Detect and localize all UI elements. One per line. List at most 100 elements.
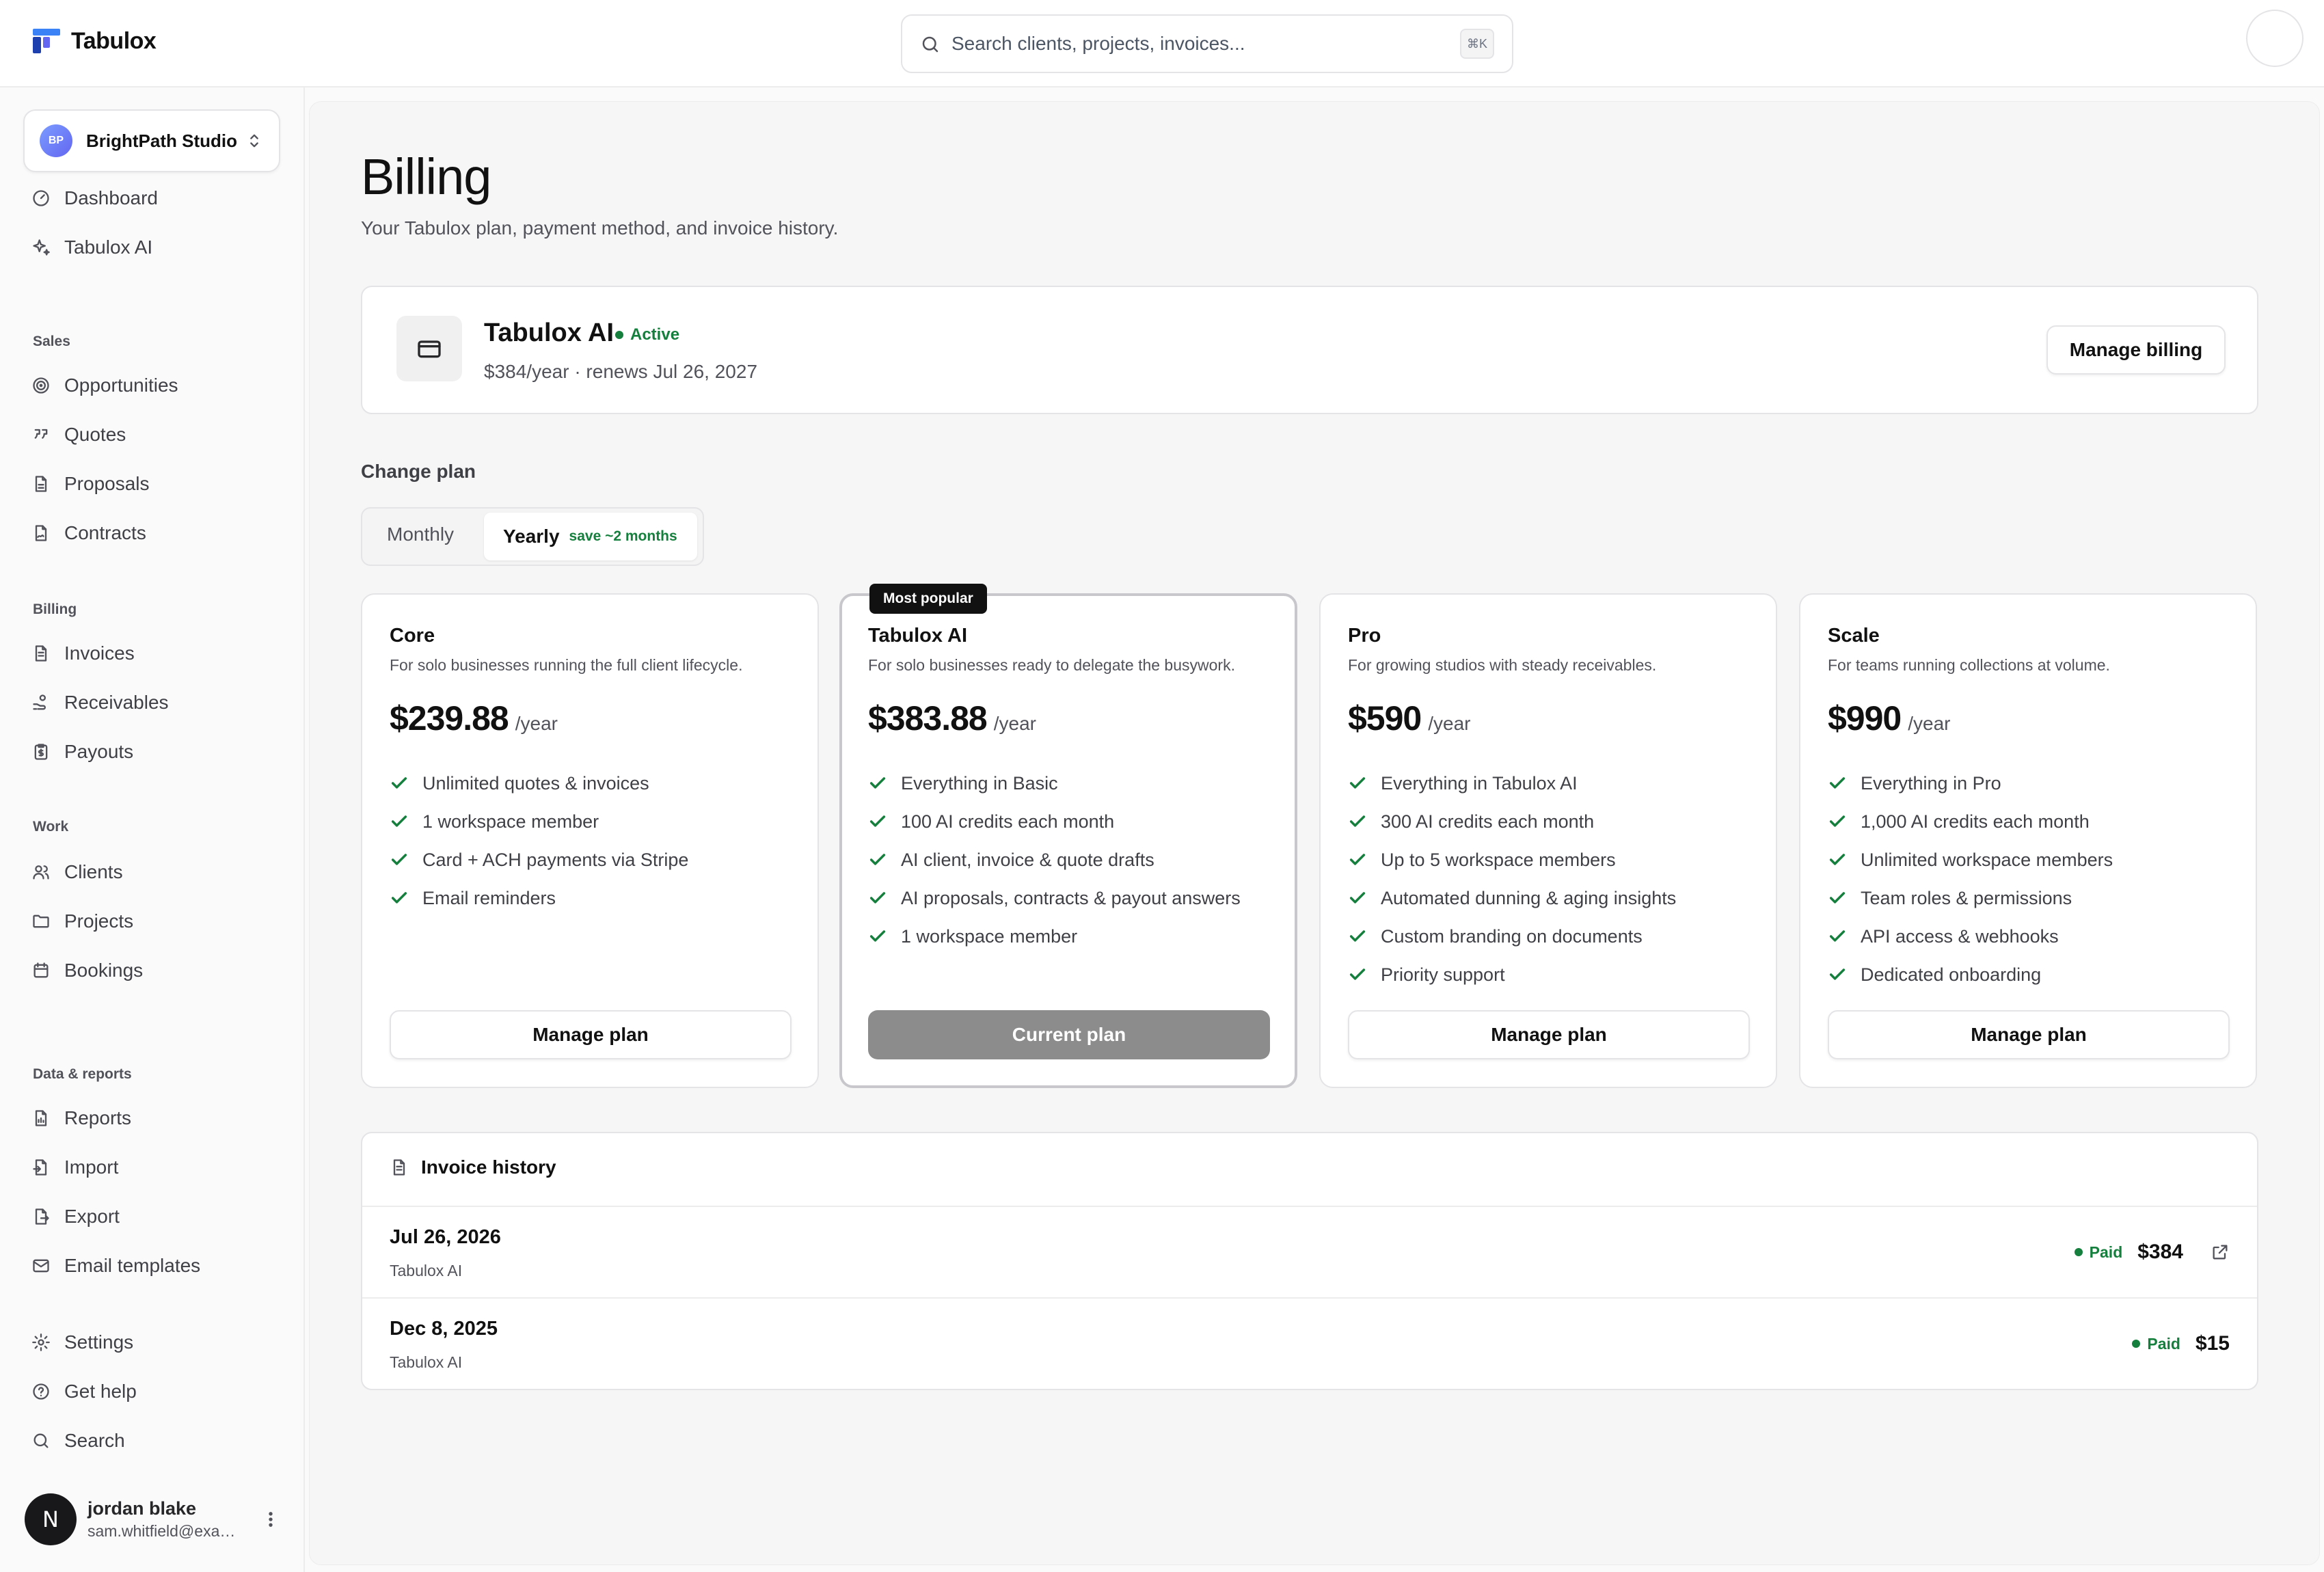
sidebar-item-tabulox-ai[interactable]: Tabulox AI <box>31 230 152 265</box>
invoice-plan: Tabulox AI <box>390 1262 463 1279</box>
external-link-icon[interactable] <box>2211 1243 2230 1262</box>
sidebar-item-export[interactable]: Export <box>31 1199 120 1234</box>
feature-text: Automated dunning & aging insights <box>1381 887 1677 908</box>
chevrons-up-down-icon <box>245 131 264 150</box>
most-popular-badge: Most popular <box>869 584 987 614</box>
user-email: sam.whitfield@example.com <box>87 1522 238 1540</box>
sidebar-item-payouts[interactable]: Payouts <box>31 734 133 770</box>
sidebar-item-receivables[interactable]: Receivables <box>31 685 169 720</box>
search-shortcut-badge: ⌘K <box>1460 29 1494 59</box>
quote-icon <box>31 425 51 444</box>
file-signature-icon <box>31 524 51 543</box>
status-dot <box>615 331 623 339</box>
check-icon <box>1828 850 1847 869</box>
sidebar-item-label: Proposals <box>64 473 150 494</box>
plan-price: $590/year <box>1348 699 1470 738</box>
more-vertical-icon[interactable] <box>261 1510 280 1529</box>
app-logo[interactable]: Tabulox <box>31 26 157 56</box>
feature-text: 1 workspace member <box>422 811 599 832</box>
account-avatar[interactable] <box>2246 10 2303 67</box>
invoice-plan: Tabulox AI <box>390 1353 463 1371</box>
toggle-yearly[interactable]: Yearly save ~2 months <box>484 513 697 560</box>
sidebar-item-opportunities[interactable]: Opportunities <box>31 368 178 403</box>
check-icon <box>1348 812 1367 831</box>
sidebar-item-settings[interactable]: Settings <box>31 1325 133 1360</box>
sidebar-item-search[interactable]: Search <box>31 1423 125 1459</box>
feature-text: Everything in Tabulox AI <box>1381 772 1578 794</box>
manage-plan-button[interactable]: Manage plan <box>1828 1010 2230 1059</box>
folder-icon <box>31 912 51 931</box>
sidebar-item-proposals[interactable]: Proposals <box>31 466 150 502</box>
plan-name: Tabulox AI <box>868 625 967 647</box>
feature-item: Priority support <box>1348 956 1676 994</box>
sidebar-item-bookings[interactable]: Bookings <box>31 953 143 988</box>
workspace-switcher[interactable]: BP BrightPath Studio <box>23 109 280 172</box>
sidebar-section-billing: Billing <box>33 601 77 617</box>
current-plan-button[interactable]: Current plan <box>868 1010 1270 1059</box>
sidebar-item-label: Email templates <box>64 1255 201 1276</box>
manage-plan-button[interactable]: Manage plan <box>390 1010 792 1059</box>
user-avatar: N <box>25 1493 77 1545</box>
sidebar-item-label: Receivables <box>64 692 169 713</box>
plan-name: Pro <box>1348 625 1381 647</box>
invoice-row[interactable]: Dec 8, 2025 Tabulox AI Paid $15 <box>362 1297 2257 1389</box>
file-text-icon <box>31 644 51 663</box>
feature-text: Unlimited workspace members <box>1861 849 2113 870</box>
check-icon <box>868 812 887 831</box>
feature-text: 100 AI credits each month <box>901 811 1115 832</box>
manage-billing-button[interactable]: Manage billing <box>2046 325 2226 375</box>
yearly-savings-note: save ~2 months <box>569 528 677 544</box>
plan-price: $383.88/year <box>868 699 1036 738</box>
global-search[interactable]: Search clients, projects, invoices... ⌘K <box>901 14 1513 73</box>
sidebar-item-contracts[interactable]: Contracts <box>31 515 146 551</box>
hand-coins-icon <box>31 693 51 712</box>
status-dot <box>2132 1340 2141 1348</box>
user-menu[interactable]: N jordan blake sam.whitfield@example.com <box>25 1489 284 1550</box>
invoice-row[interactable]: Jul 26, 2026 Tabulox AI Paid $384 <box>362 1206 2257 1297</box>
price-amount: $590 <box>1348 699 1422 737</box>
plan-price: $990/year <box>1828 699 1950 738</box>
sidebar-section-data-reports: Data & reports <box>33 1066 132 1082</box>
toggle-monthly[interactable]: Monthly <box>387 524 454 545</box>
plan-description: For teams running collections at volume. <box>1828 656 2110 674</box>
sidebar-item-import[interactable]: Import <box>31 1150 118 1185</box>
sidebar-item-label: Invoices <box>64 642 135 664</box>
invoice-date: Dec 8, 2025 <box>390 1318 498 1340</box>
sidebar-item-get-help[interactable]: Get help <box>31 1374 137 1409</box>
sidebar-item-quotes[interactable]: Quotes <box>31 417 126 452</box>
feature-text: Dedicated onboarding <box>1861 964 2042 985</box>
feature-item: AI client, invoice & quote drafts <box>868 841 1241 879</box>
tabulox-logo-icon <box>33 29 60 53</box>
feature-text: Everything in Basic <box>901 772 1058 794</box>
feature-item: Unlimited quotes & invoices <box>390 764 688 802</box>
plan-description: For solo businesses running the full cli… <box>390 656 743 674</box>
search-input[interactable]: Search clients, projects, invoices... <box>951 33 1245 55</box>
invoice-amount: $384 <box>2137 1241 2183 1263</box>
check-icon <box>1348 774 1367 793</box>
feature-item: Dedicated onboarding <box>1828 956 2113 994</box>
invoice-history-title: Invoice history <box>421 1156 556 1178</box>
sidebar-item-label: Contracts <box>64 522 146 543</box>
sidebar-item-label: Opportunities <box>64 375 178 396</box>
feature-item: 1,000 AI credits each month <box>1828 802 2113 841</box>
sidebar-item-clients[interactable]: Clients <box>31 854 123 890</box>
file-icon <box>31 474 51 493</box>
sidebar-item-projects[interactable]: Projects <box>31 904 133 939</box>
user-name: jordan blake <box>87 1498 197 1519</box>
sidebar-item-email-templates[interactable]: Email templates <box>31 1248 200 1284</box>
check-icon <box>390 850 409 869</box>
gauge-icon <box>31 189 51 208</box>
sidebar-item-reports[interactable]: Reports <box>31 1100 131 1136</box>
plan-card-tabulox-ai: Most popular Tabulox AI For solo busines… <box>839 584 1297 1088</box>
sidebar-item-invoices[interactable]: Invoices <box>31 636 135 671</box>
feature-list: Everything in Tabulox AI 300 AI credits … <box>1348 764 1676 994</box>
manage-plan-button[interactable]: Manage plan <box>1348 1010 1750 1059</box>
current-plan-meta: $384/year · renews Jul 26, 2027 <box>484 361 758 382</box>
feature-text: API access & webhooks <box>1861 925 2059 947</box>
feature-item: Team roles & permissions <box>1828 879 2113 917</box>
price-period: /year <box>515 713 558 734</box>
plan-price: $239.88/year <box>390 699 558 738</box>
feature-text: AI client, invoice & quote drafts <box>901 849 1154 870</box>
mail-icon <box>31 1256 51 1275</box>
sidebar-item-dashboard[interactable]: Dashboard <box>31 180 158 216</box>
